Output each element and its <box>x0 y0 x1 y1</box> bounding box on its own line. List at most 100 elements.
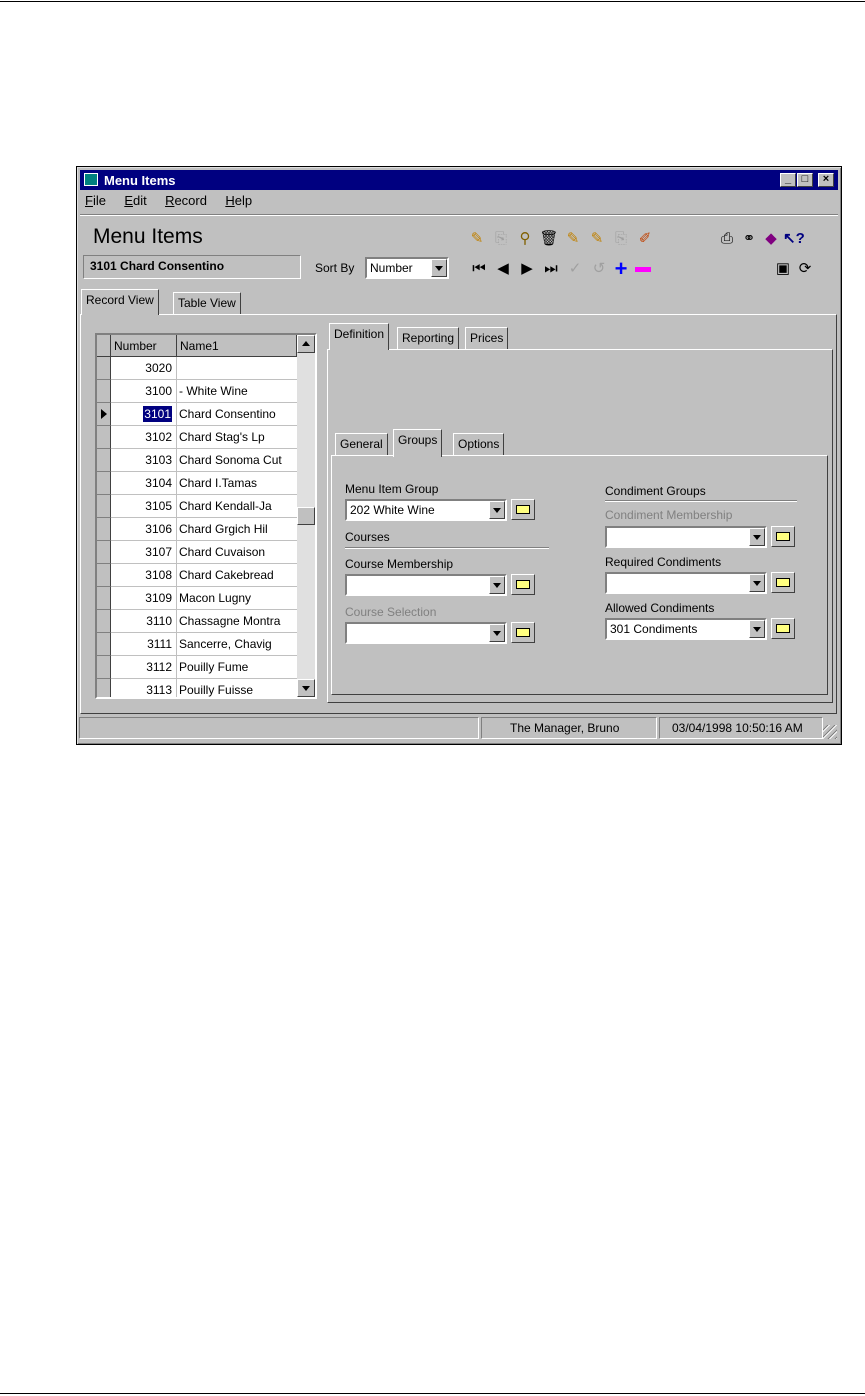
cell-number[interactable]: 3108 <box>111 564 177 587</box>
close-button[interactable]: × <box>818 173 834 187</box>
confirm-icon[interactable]: ✓ <box>565 259 585 279</box>
cell-name1[interactable]: Chard Stag's Lp <box>177 426 297 449</box>
scroll-up-button[interactable] <box>297 335 315 353</box>
row-indicator[interactable] <box>97 403 111 426</box>
add-row-icon[interactable]: + <box>611 258 631 280</box>
menu-file[interactable]: File <box>80 193 106 208</box>
undo-icon[interactable]: ↺ <box>589 259 609 279</box>
cell-number[interactable]: 3111 <box>111 633 177 656</box>
table-row[interactable]: 3102 Chard Stag's Lp <box>97 426 297 449</box>
table-row[interactable]: 3105 Chard Kendall-Ja <box>97 495 297 518</box>
table-row[interactable]: 3020 <box>97 357 297 380</box>
remove-row-icon[interactable] <box>633 259 653 279</box>
help-book-icon[interactable]: ◆ <box>761 229 781 249</box>
table-row[interactable]: 3103 Chard Sonoma Cut <box>97 449 297 472</box>
table-row[interactable]: 3108 Chard Cakebread <box>97 564 297 587</box>
column-header-name1[interactable]: Name1 <box>177 335 297 357</box>
allowed-condiments-browse-button[interactable] <box>771 618 795 639</box>
tab-reporting[interactable]: Reporting <box>397 327 460 350</box>
cell-name1[interactable]: Pouilly Fuisse <box>177 679 297 697</box>
chevron-down-icon[interactable] <box>431 259 447 277</box>
table-row[interactable]: 3113 Pouilly Fuisse <box>97 679 297 697</box>
tab-table-view[interactable]: Table View <box>173 292 241 315</box>
tab-record-view[interactable]: Record View <box>81 289 159 315</box>
cell-number[interactable]: 3113 <box>111 679 177 697</box>
course-selection-select[interactable] <box>345 622 507 644</box>
print-icon[interactable]: ⎙ <box>717 229 737 249</box>
table-row[interactable]: 3104 Chard I.Tamas <box>97 472 297 495</box>
cell-name1[interactable]: Chassagne Montra <box>177 610 297 633</box>
cell-name1[interactable]: Chard Cuvaison <box>177 541 297 564</box>
renumber-icon[interactable]: ✎ <box>563 229 583 249</box>
menu-item-group-select[interactable]: 202 White Wine <box>345 499 507 521</box>
menu-edit[interactable]: Edit <box>119 193 146 208</box>
cell-number[interactable]: 3103 <box>111 449 177 472</box>
next-record-icon[interactable]: ▶ <box>517 259 537 279</box>
condiment-membership-select[interactable] <box>605 526 767 548</box>
cell-name1[interactable] <box>177 357 297 380</box>
table-row[interactable]: 3106 Chard Grgich Hil <box>97 518 297 541</box>
tab-prices[interactable]: Prices <box>465 327 509 350</box>
cell-name1[interactable]: Pouilly Fume <box>177 656 297 679</box>
delete-icon[interactable]: 🗑 <box>539 229 559 249</box>
row-indicator[interactable] <box>97 633 111 656</box>
required-condiments-browse-button[interactable] <box>771 572 795 593</box>
maximize-button[interactable]: □ <box>797 173 813 187</box>
cell-number[interactable]: 3110 <box>111 610 177 633</box>
scroll-down-button[interactable] <box>297 679 315 697</box>
chevron-down-icon[interactable] <box>749 620 765 638</box>
cell-name1[interactable]: Chard Grgich Hil <box>177 518 297 541</box>
add-record-icon[interactable]: ✎ <box>467 229 487 249</box>
minimize-button[interactable]: _ <box>780 173 796 187</box>
chevron-down-icon[interactable] <box>489 624 505 642</box>
last-record-icon[interactable]: ⏭ <box>541 259 561 279</box>
view-icon[interactable]: ▣ <box>773 259 793 279</box>
menu-help[interactable]: Help <box>220 193 252 208</box>
cell-number[interactable]: 3106 <box>111 518 177 541</box>
cell-number[interactable]: 3102 <box>111 426 177 449</box>
column-header-number[interactable]: Number <box>111 335 177 357</box>
row-indicator[interactable] <box>97 610 111 633</box>
row-indicator[interactable] <box>97 587 111 610</box>
previous-record-icon[interactable]: ◀ <box>493 259 513 279</box>
cell-number[interactable]: 3107 <box>111 541 177 564</box>
course-selection-browse-button[interactable] <box>511 622 535 643</box>
grid-scrollbar[interactable] <box>297 335 315 697</box>
row-indicator[interactable] <box>97 656 111 679</box>
cell-name1[interactable]: Macon Lugny <box>177 587 297 610</box>
table-row[interactable]: 3100- White Wine <box>97 380 297 403</box>
row-indicator[interactable] <box>97 426 111 449</box>
cell-name1[interactable]: Chard Kendall-Ja <box>177 495 297 518</box>
row-indicator[interactable] <box>97 495 111 518</box>
cell-number[interactable]: 3101 <box>111 403 177 426</box>
context-help-icon[interactable]: ↖? <box>783 229 805 249</box>
chevron-down-icon[interactable] <box>749 528 765 546</box>
row-indicator[interactable] <box>97 380 111 403</box>
tab-options[interactable]: Options <box>453 433 505 456</box>
copy-record-icon[interactable]: ⎘ <box>491 229 511 249</box>
row-indicator[interactable] <box>97 472 111 495</box>
cell-name1[interactable]: Sancerre, Chavig <box>177 633 297 656</box>
tab-groups[interactable]: Groups <box>393 429 443 457</box>
chevron-down-icon[interactable] <box>489 501 505 519</box>
row-indicator[interactable] <box>97 541 111 564</box>
table-row[interactable]: 3101 Chard Consentino <box>97 403 297 426</box>
cell-number[interactable]: 3020 <box>111 357 177 380</box>
resize-grip-icon[interactable] <box>823 725 837 739</box>
course-membership-select[interactable] <box>345 574 507 596</box>
course-membership-browse-button[interactable] <box>511 574 535 595</box>
first-record-icon[interactable]: ⏮ <box>469 259 489 279</box>
menu-items-grid[interactable]: Number Name1 3020 3100- White Wine 3101 Cha… <box>95 333 317 699</box>
cell-name1[interactable]: Chard Sonoma Cut <box>177 449 297 472</box>
table-row[interactable]: 3111 Sancerre, Chavig <box>97 633 297 656</box>
cell-number[interactable]: 3104 <box>111 472 177 495</box>
chevron-down-icon[interactable] <box>489 576 505 594</box>
cell-name1[interactable]: - White Wine <box>177 380 297 403</box>
title-bar[interactable]: Menu Items _ □ × <box>80 170 838 190</box>
condiment-membership-browse-button[interactable] <box>771 526 795 547</box>
required-condiments-select[interactable] <box>605 572 767 594</box>
cell-number[interactable]: 3112 <box>111 656 177 679</box>
table-row[interactable]: 3109 Macon Lugny <box>97 587 297 610</box>
chevron-down-icon[interactable] <box>749 574 765 592</box>
table-row[interactable]: 3110 Chassagne Montra <box>97 610 297 633</box>
